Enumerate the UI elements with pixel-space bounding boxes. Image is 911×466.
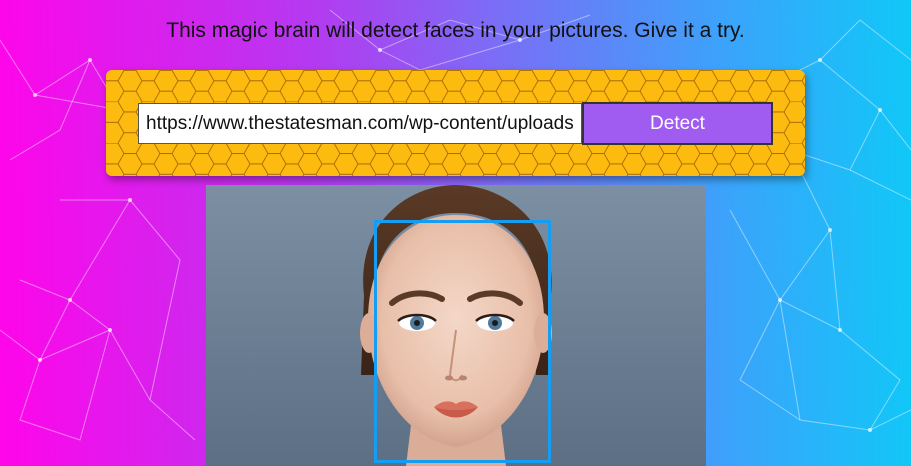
result-image-frame: [206, 185, 706, 466]
image-url-input[interactable]: [138, 103, 582, 144]
detect-button[interactable]: Detect: [582, 102, 773, 145]
page-tagline: This magic brain will detect faces in yo…: [166, 19, 745, 42]
face-bounding-box: [374, 220, 551, 463]
url-form-panel: Detect: [106, 70, 805, 176]
